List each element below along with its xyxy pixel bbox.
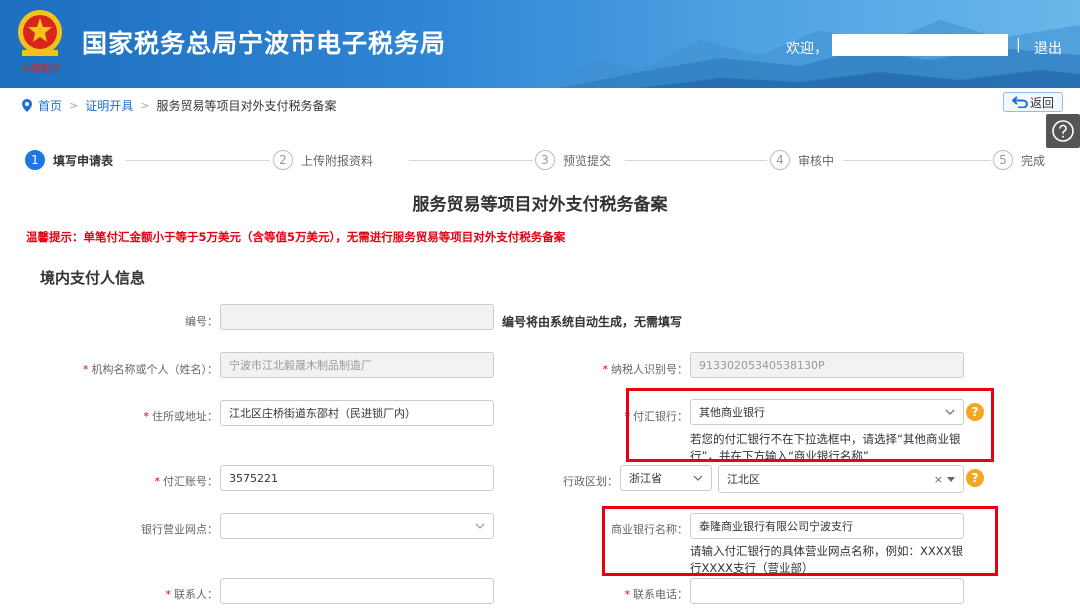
breadcrumb-certificate[interactable]: 证明开具 bbox=[85, 97, 133, 114]
bank-name-input[interactable]: 泰隆商业银行有限公司宁波支行 bbox=[690, 513, 964, 539]
org-name-input[interactable]: 宁波市江北毅晟木制品制造厂 bbox=[220, 352, 494, 378]
breadcrumb-current: 服务贸易等项目对外支付税务备案 bbox=[156, 98, 337, 113]
phone-label: * 联系电话： bbox=[624, 588, 689, 601]
back-button[interactable]: 返回 bbox=[1003, 92, 1063, 112]
breadcrumb-home[interactable]: 首页 bbox=[38, 97, 62, 114]
help-button[interactable] bbox=[1046, 114, 1080, 148]
username-redacted bbox=[832, 34, 1008, 56]
account-label: * 付汇账号： bbox=[154, 475, 219, 488]
region-label: 行政区划： bbox=[563, 475, 618, 488]
clear-icon[interactable]: × bbox=[934, 473, 943, 486]
phone-input[interactable] bbox=[690, 578, 964, 604]
address-label: * 住所或地址： bbox=[143, 410, 219, 423]
caret-down-icon bbox=[947, 477, 955, 482]
step-label: 上传附报资料 bbox=[301, 153, 374, 168]
step-label: 预览提交 bbox=[563, 153, 612, 168]
breadcrumb-arrow: > bbox=[140, 98, 150, 112]
question-circle-icon bbox=[1052, 120, 1074, 142]
logout-link[interactable]: 退出 bbox=[1034, 38, 1062, 58]
tax-emblem-logo: 中国税务 bbox=[12, 6, 68, 76]
step-4: 4 审核中 bbox=[770, 150, 841, 170]
breadcrumb-arrow: > bbox=[69, 98, 79, 112]
step-number: 4 bbox=[770, 150, 790, 170]
chevron-down-icon bbox=[475, 523, 485, 529]
step-connector bbox=[625, 160, 767, 161]
code-hint: 编号将由系统自动生成，无需填写 bbox=[502, 315, 683, 329]
header-banner: 中国税务 国家税务总局宁波市电子税务局 欢迎， | 退出 bbox=[0, 0, 1080, 88]
step-label: 审核中 bbox=[798, 153, 835, 168]
bank-hint: 若您的付汇银行不在下拉选框中，请选择“其他商业银行”，并在下方输入“商业银行名称… bbox=[690, 432, 961, 459]
bank-label: * 付汇银行： bbox=[624, 410, 689, 423]
region-help-icon[interactable]: ? bbox=[966, 469, 984, 487]
emblem-caption: 中国税务 bbox=[20, 63, 61, 75]
address-input[interactable]: 江北区庄桥街道东邵村（民进锁厂内） bbox=[220, 400, 494, 426]
site-title: 国家税务总局宁波市电子税务局 bbox=[82, 29, 447, 58]
step-label: 完成 bbox=[1021, 153, 1046, 168]
chevron-down-icon bbox=[945, 409, 955, 415]
contact-label: * 联系人： bbox=[165, 588, 219, 601]
back-button-label: 返回 bbox=[1029, 95, 1054, 110]
bank-help-icon[interactable]: ? bbox=[966, 403, 984, 421]
step-number: 2 bbox=[273, 150, 293, 170]
code-input[interactable] bbox=[220, 304, 494, 330]
step-2: 2 上传附报资料 bbox=[273, 150, 380, 170]
bank-select[interactable]: 其他商业银行 bbox=[690, 399, 964, 425]
branch-select[interactable] bbox=[220, 513, 494, 539]
step-number: 1 bbox=[25, 150, 45, 170]
district-select[interactable]: 江北区 × bbox=[718, 465, 964, 493]
code-label: 编号： bbox=[185, 315, 218, 328]
warning-tip: 温馨提示：单笔付汇金额小于等于5万美元（含等值5万美元），无需进行服务贸易等项目… bbox=[26, 230, 566, 244]
step-label: 填写申请表 bbox=[53, 153, 114, 168]
step-number: 5 bbox=[993, 150, 1013, 170]
branch-label: 银行营业网点： bbox=[141, 523, 218, 536]
breadcrumb: 首页 > 证明开具 > 服务贸易等项目对外支付税务备案 bbox=[22, 96, 336, 114]
chevron-down-icon bbox=[693, 475, 703, 481]
step-1: 1 填写申请表 bbox=[25, 150, 120, 170]
account-input[interactable]: 3575221 bbox=[220, 465, 494, 491]
step-connector bbox=[843, 160, 991, 161]
tax-id-label: * 纳税人识别号： bbox=[602, 363, 689, 376]
org-name-label: * 机构名称或个人（姓名）： bbox=[83, 363, 218, 376]
progress-steps: 1 填写申请表 2 上传附报资料 3 预览提交 4 审核中 5 完成 bbox=[25, 150, 1055, 172]
form-title: 服务贸易等项目对外支付税务备案 bbox=[412, 195, 668, 215]
section-title: 境内支付人信息 bbox=[40, 269, 146, 287]
step-3: 3 预览提交 bbox=[535, 150, 618, 170]
return-arrow-icon bbox=[1011, 96, 1028, 108]
step-number: 3 bbox=[535, 150, 555, 170]
header-separator: | bbox=[1016, 37, 1021, 53]
bank-name-label: 商业银行名称： bbox=[611, 523, 688, 536]
location-pin-icon bbox=[22, 98, 32, 112]
welcome-text: 欢迎， bbox=[786, 41, 828, 57]
province-select[interactable]: 浙江省 bbox=[620, 465, 712, 491]
step-connector bbox=[409, 160, 533, 161]
contact-input[interactable] bbox=[220, 578, 494, 604]
bank-name-hint: 请输入付汇银行的具体营业网点名称，例如：XXXX银行XXXX支行（营业部） bbox=[690, 544, 964, 573]
tax-id-input[interactable]: 91330205340538130P bbox=[690, 352, 964, 378]
step-connector bbox=[125, 160, 270, 161]
step-5: 5 完成 bbox=[993, 150, 1052, 170]
